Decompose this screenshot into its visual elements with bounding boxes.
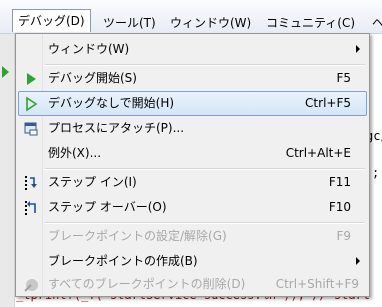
menu-item-shortcut: F10	[328, 200, 351, 214]
menu-item-label: デバッグ開始(S)	[48, 71, 137, 85]
menu-item-shortcut: Ctrl+Shift+F9	[275, 277, 359, 291]
menu-window[interactable]: ウィンドウ(W)	[170, 14, 251, 32]
menu-item-label: 例外(X)...	[48, 146, 102, 160]
menu-item-start-without-debugging[interactable]: デバッグなしで開始(H) Ctrl+F5	[18, 91, 367, 116]
attach-process-icon	[24, 122, 38, 136]
menu-item-label: デバッグなしで開始(H)	[48, 96, 175, 110]
start-without-debug-icon	[26, 96, 38, 112]
menu-help[interactable]: ヘ	[372, 14, 382, 32]
menu-item-label: ウィンドウ(W)	[48, 42, 130, 56]
menu-item-start-debugging[interactable]: デバッグ開始(S) F5	[18, 66, 367, 91]
menu-item-label: プロセスにアタッチ(P)...	[48, 121, 185, 135]
menu-item-toggle-breakpoint[interactable]: ブレークポイントの設定/解除(G) F9	[18, 224, 367, 249]
menu-item-step-into[interactable]: ステップ イン(I) F11	[18, 170, 367, 195]
menu-item-shortcut: F9	[336, 229, 351, 243]
step-over-icon	[25, 201, 36, 215]
delete-breakpoints-icon	[24, 279, 38, 292]
menu-bar: デバッグ(D) ツール(T) ウィンドウ(W) コミュニティ(C) ヘ	[0, 0, 382, 34]
menu-community[interactable]: コミュニティ(C)	[266, 14, 355, 32]
menu-item-delete-all-breakpoints[interactable]: すべてのブレークポイントの削除(D) Ctrl+Shift+F9	[18, 272, 367, 297]
menu-tools[interactable]: ツール(T)	[103, 14, 156, 32]
menu-item-label: すべてのブレークポイントの削除(D)	[48, 277, 246, 291]
menu-item-step-over[interactable]: ステップ オーバー(O) F10	[18, 195, 367, 220]
step-into-icon	[25, 176, 37, 190]
menu-item-label: ステップ イン(I)	[48, 175, 137, 189]
start-debug-icon	[27, 73, 36, 85]
menu-item-label: ブレークポイントの作成(B)	[48, 254, 198, 268]
submenu-arrow-icon	[356, 45, 360, 53]
menu-item-attach-to-process[interactable]: プロセスにアタッチ(P)...	[18, 116, 367, 141]
menu-debug[interactable]: デバッグ(D)	[12, 9, 91, 32]
run-indicator-icon	[2, 66, 9, 78]
menu-item-shortcut: F5	[336, 71, 351, 85]
menu-item-shortcut: F11	[328, 175, 351, 189]
menu-item-shortcut: Ctrl+F5	[305, 96, 351, 110]
menu-item-shortcut: Ctrl+Alt+E	[285, 146, 351, 160]
menu-item-label: ステップ オーバー(O)	[48, 200, 167, 214]
menu-item-windows[interactable]: ウィンドウ(W)	[18, 37, 367, 62]
debug-dropdown-menu: ウィンドウ(W) デバッグ開始(S) F5 デバッグなしで開始(H) Ctrl+…	[15, 33, 370, 297]
menu-item-new-breakpoint[interactable]: ブレークポイントの作成(B)	[18, 249, 367, 274]
menu-item-label: ブレークポイントの設定/解除(G)	[48, 229, 227, 243]
submenu-arrow-icon	[356, 257, 360, 265]
code-fragment: ;	[372, 166, 380, 180]
menu-item-exceptions[interactable]: 例外(X)... Ctrl+Alt+E	[18, 141, 367, 166]
